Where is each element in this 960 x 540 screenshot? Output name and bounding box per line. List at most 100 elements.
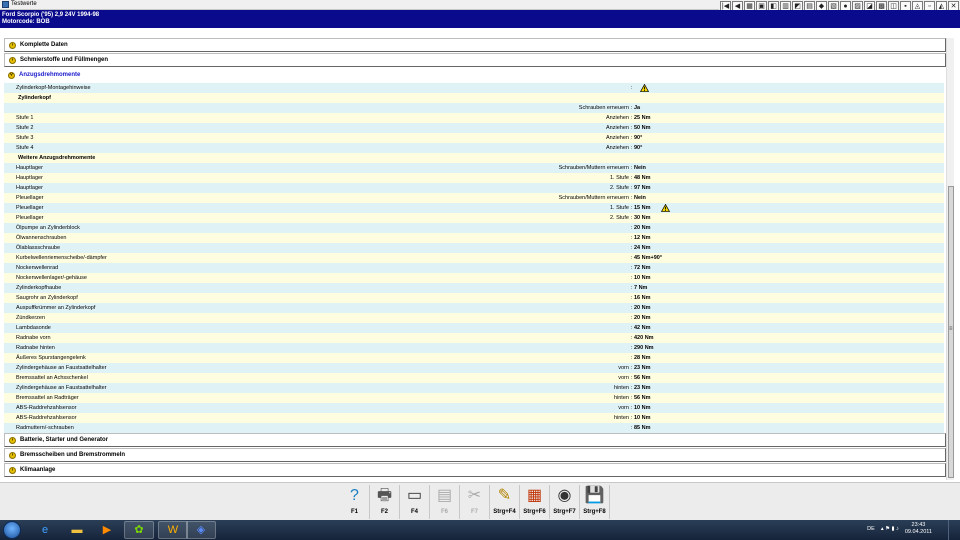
table-row: Pleuellager Schrauben/Muttern erneuern :N… bbox=[4, 193, 944, 203]
row-name: Kurbelwellenriemenscheibe/-dämpfer bbox=[16, 255, 107, 261]
row-value: 12 Nm bbox=[634, 235, 651, 241]
table-row: ABS-Raddrehzahlsensor hinten :10 Nm bbox=[4, 413, 944, 423]
table-row: Zündkerzen:20 Nm bbox=[4, 313, 944, 323]
row-value: 85 Nm bbox=[634, 425, 651, 431]
row-name: Nockenwellenlager/-gehäuse bbox=[16, 275, 87, 281]
clock[interactable]: 23:43 09.04.2011 bbox=[905, 522, 932, 536]
row-param: : bbox=[630, 245, 632, 251]
row-name: Hauptlager bbox=[16, 185, 43, 191]
winamp-icon[interactable]: W bbox=[158, 521, 188, 539]
section-batterie[interactable]: › Batterie, Starter und Generator bbox=[4, 433, 946, 447]
fkey-label: Strg+F7 bbox=[553, 509, 576, 515]
row-value: 25 Nm bbox=[634, 115, 651, 121]
app-icon[interactable]: ◈ bbox=[186, 521, 216, 539]
media-player-icon[interactable]: ▶ bbox=[92, 521, 122, 539]
row-name: Stufe 4 bbox=[16, 145, 34, 151]
row-name: Ölpumpe an Zylinderblock bbox=[16, 225, 80, 231]
table-row: Radnabe vorn:420 Nm bbox=[4, 333, 944, 343]
vertical-scrollbar[interactable]: ≡ bbox=[946, 38, 954, 480]
table-row: Saugrohr an Zylinderkopf:16 Nm bbox=[4, 293, 944, 303]
icq-icon[interactable]: ✿ bbox=[124, 521, 154, 539]
section-label: Bremsscheiben und Bremstrommeln bbox=[20, 452, 126, 458]
table-row: Ölpumpe an Zylinderblock:20 Nm bbox=[4, 223, 944, 233]
app-icon bbox=[2, 1, 9, 8]
fkey-label: Strg+F8 bbox=[583, 509, 606, 515]
fkey-strg-f4-button[interactable]: ✎ Strg+F4 bbox=[490, 485, 520, 519]
row-param: Schrauben erneuern : bbox=[578, 105, 632, 111]
table-row: Nockenwellenrad:72 Nm bbox=[4, 263, 944, 273]
fkey-f1-button[interactable]: ? F1 bbox=[340, 485, 370, 519]
row-param: : bbox=[630, 285, 632, 291]
row-name: Äußeres Spurstangengelenk bbox=[16, 355, 86, 361]
table-row: Ölablassschraube:24 Nm bbox=[4, 243, 944, 253]
fkey-f6-button[interactable]: ▤ F6 bbox=[430, 485, 460, 519]
row-value: 90° bbox=[634, 145, 643, 151]
table-row: Kurbelwellenriemenscheibe/-dämpfer:45 Nm… bbox=[4, 253, 944, 263]
row-value: 10 Nm bbox=[634, 275, 651, 281]
row-param: hinten : bbox=[613, 385, 632, 391]
fkey-label: F2 bbox=[380, 509, 388, 515]
row-value: 20 Nm bbox=[634, 225, 651, 231]
row-name: Zylindergehäuse an Faustsattelhalter bbox=[16, 385, 107, 391]
warning-icon[interactable] bbox=[660, 203, 671, 212]
row-name: Radnabe vorn bbox=[16, 335, 51, 341]
window-title: Testwerte bbox=[11, 1, 37, 7]
row-value: Nein bbox=[634, 195, 646, 201]
fkey-strg-f6-button[interactable]: ▦ Strg+F6 bbox=[520, 485, 550, 519]
table-row: Äußeres Spurstangengelenk:28 Nm bbox=[4, 353, 944, 363]
folder-icon[interactable]: ▬ bbox=[62, 521, 92, 539]
scrollbar-thumb[interactable] bbox=[948, 186, 954, 478]
table-row: ABS-Raddrehzahlsensor vorn :10 Nm bbox=[4, 403, 944, 413]
row-value: 23 Nm bbox=[634, 365, 651, 371]
fkey-label: Strg+F4 bbox=[493, 509, 516, 515]
section-bremsscheiben[interactable]: › Bremsscheiben und Bremstrommeln bbox=[4, 448, 946, 462]
table-row: Radmuttern/-schrauben:85 Nm bbox=[4, 423, 944, 433]
notes-icon: ✎ bbox=[497, 487, 512, 504]
row-name: Zylindergehäuse an Faustsattelhalter bbox=[16, 365, 107, 371]
fkey-label: F6 bbox=[440, 509, 448, 515]
row-value: 45 Nm+90° bbox=[634, 255, 663, 261]
row-name: Nockenwellenrad bbox=[16, 265, 59, 271]
fkey-strg-f8-button[interactable]: 💾 Strg+F8 bbox=[580, 485, 610, 519]
vehicle-header: Ford Scorpio ('95) 2,9 24V 1994-98 Motor… bbox=[0, 10, 960, 28]
tray-icons[interactable]: ▴ ⚑ ▮ ♪ bbox=[881, 526, 899, 532]
row-param: : bbox=[630, 225, 632, 231]
row-name: Pleuellager bbox=[16, 195, 44, 201]
fkey-label: Strg+F6 bbox=[523, 509, 546, 515]
row-param: : bbox=[630, 345, 632, 351]
table-row: Bremssattel an Achsschenkel vorn :56 Nm bbox=[4, 373, 944, 383]
start-button[interactable] bbox=[3, 521, 21, 539]
fkey-f4-button[interactable]: ▭ F4 bbox=[400, 485, 430, 519]
fkey-f7-button[interactable]: ✂ F7 bbox=[460, 485, 490, 519]
table-row: Lambdasonde:42 Nm bbox=[4, 323, 944, 333]
row-param: : bbox=[630, 265, 632, 271]
section-klimaanlage[interactable]: › Klimaanlage bbox=[4, 463, 946, 477]
row-param: : bbox=[630, 255, 632, 261]
scroll-grip-icon: ≡ bbox=[949, 326, 953, 332]
section-schmierstoffe[interactable]: › Schmierstoffe und Füllmengen bbox=[4, 53, 946, 67]
warning-icon[interactable] bbox=[639, 83, 650, 92]
language-indicator[interactable]: DE bbox=[867, 526, 875, 532]
row-name: ABS-Raddrehzahlsensor bbox=[16, 415, 77, 421]
expand-icon: › bbox=[9, 451, 16, 459]
ie-icon[interactable]: e bbox=[30, 521, 60, 539]
section-komplette-daten[interactable]: › Komplette Daten bbox=[4, 38, 946, 52]
row-name: Weitere Anzugsdrehmomente bbox=[18, 155, 96, 161]
show-desktop-button[interactable] bbox=[948, 520, 960, 540]
section-anzugsdrehmomente[interactable]: ˅ Anzugsdrehmomente bbox=[4, 68, 946, 82]
row-name: Bremssattel an Achsschenkel bbox=[16, 375, 88, 381]
expand-icon: › bbox=[9, 41, 16, 49]
print-icon: 🖶 bbox=[376, 487, 393, 504]
table-row: Stufe 1 Anziehen :25 Nm bbox=[4, 113, 944, 123]
row-param: : bbox=[630, 85, 632, 91]
row-param: : bbox=[630, 325, 632, 331]
row-name: Zylinderkopfhaube bbox=[16, 285, 62, 291]
row-value: 20 Nm bbox=[634, 305, 651, 311]
row-value: 56 Nm bbox=[634, 375, 651, 381]
fkey-f2-button[interactable]: 🖶 F2 bbox=[370, 485, 400, 519]
vehicle-title: Ford Scorpio ('95) 2,9 24V 1994-98 bbox=[2, 12, 100, 18]
table-row: Pleuellager 2. Stufe :30 Nm bbox=[4, 213, 944, 223]
fkey-strg-f7-button[interactable]: ◉ Strg+F7 bbox=[550, 485, 580, 519]
expand-icon: › bbox=[9, 466, 16, 474]
section-label: Batterie, Starter und Generator bbox=[20, 437, 109, 443]
